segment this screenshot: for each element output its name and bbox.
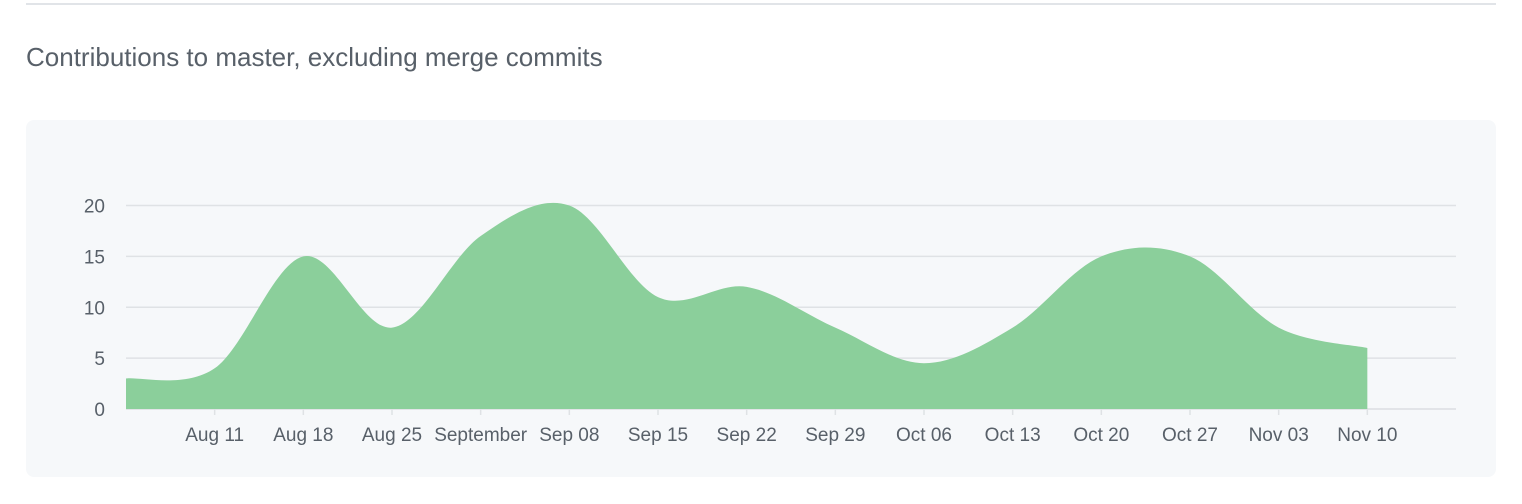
y-axis-ticks: 0 5 10 15 20 — [84, 197, 105, 421]
contributions-area — [126, 202, 1368, 409]
y-tick-label: 10 — [84, 298, 105, 319]
x-tick-label: Sep 08 — [539, 425, 599, 446]
x-axis-ticks: Aug 11 Aug 18 Aug 25 September Sep 08 Sep 15 S… — [185, 409, 1397, 446]
x-tick-label: Oct 13 — [985, 425, 1041, 446]
x-tick-label: Sep 22 — [717, 425, 777, 446]
x-tick-label: Oct 06 — [896, 425, 952, 446]
x-tick-label: September — [434, 425, 528, 446]
contributions-chart: 0 5 10 15 20 Aug 11 Aug 18 Aug 25 September Sep … — [84, 197, 1456, 446]
x-tick-label: Nov 10 — [1337, 425, 1397, 446]
x-tick-label: Sep 29 — [805, 425, 865, 446]
x-tick-label: Sep 15 — [628, 425, 688, 446]
y-tick-label: 15 — [84, 247, 105, 268]
y-tick-label: 0 — [94, 400, 105, 421]
x-tick-label: Oct 20 — [1073, 425, 1129, 446]
x-tick-label: Oct 27 — [1162, 425, 1218, 446]
y-tick-label: 5 — [94, 349, 105, 370]
x-tick-label: Aug 18 — [273, 425, 333, 446]
x-tick-label: Nov 03 — [1249, 425, 1309, 446]
x-tick-label: Aug 25 — [362, 425, 422, 446]
y-tick-label: 20 — [84, 197, 105, 218]
x-tick-label: Aug 11 — [185, 425, 244, 446]
area-layer — [126, 202, 1368, 409]
